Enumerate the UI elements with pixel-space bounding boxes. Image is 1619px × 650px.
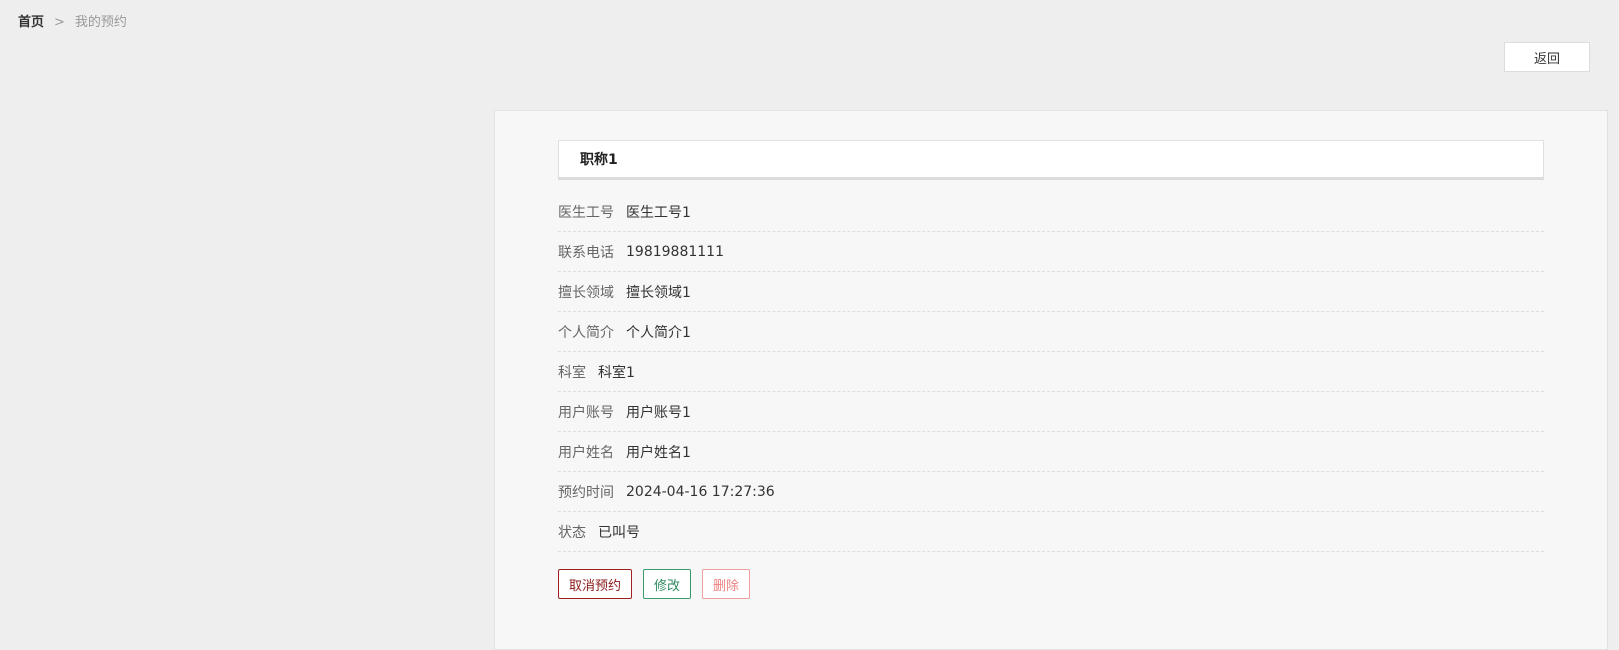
field-value: 医生工号1 xyxy=(626,204,691,221)
detail-field-list: 医生工号 医生工号1 联系电话 19819881111 擅长领域 擅长领域1 个… xyxy=(558,192,1544,552)
field-label: 用户账号 xyxy=(558,404,614,421)
field-value: 个人简介1 xyxy=(626,324,691,341)
field-value: 2024-04-16 17:27:36 xyxy=(626,483,775,500)
detail-title: 职称1 xyxy=(580,152,618,168)
field-label: 医生工号 xyxy=(558,204,614,221)
field-row-user-account: 用户账号 用户账号1 xyxy=(558,392,1544,432)
field-row-user-name: 用户姓名 用户姓名1 xyxy=(558,432,1544,472)
field-value: 用户账号1 xyxy=(626,404,691,421)
breadcrumb-separator: > xyxy=(54,15,65,30)
field-row-appointment-time: 预约时间 2024-04-16 17:27:36 xyxy=(558,472,1544,512)
breadcrumb: 首页 > 我的预约 xyxy=(18,14,127,32)
field-label: 联系电话 xyxy=(558,244,614,261)
breadcrumb-home-link[interactable]: 首页 xyxy=(18,14,44,32)
field-row-phone: 联系电话 19819881111 xyxy=(558,232,1544,272)
field-label: 预约时间 xyxy=(558,484,614,501)
edit-button[interactable]: 修改 xyxy=(643,569,692,599)
breadcrumb-current: 我的预约 xyxy=(74,15,127,30)
status-value: 已叫号 xyxy=(598,524,640,541)
field-value: 科室1 xyxy=(598,364,635,381)
field-row-bio: 个人简介 个人简介1 xyxy=(558,312,1544,352)
field-row-status: 状态 已叫号 xyxy=(558,512,1544,552)
field-value: 擅长领域1 xyxy=(626,284,691,301)
field-value: 19819881111 xyxy=(626,243,724,260)
field-row-doctor-id: 医生工号 医生工号1 xyxy=(558,192,1544,232)
cancel-appointment-button[interactable]: 取消预约 xyxy=(558,569,633,599)
field-label: 状态 xyxy=(558,524,586,541)
field-label: 用户姓名 xyxy=(558,444,614,461)
action-bar: 取消预约 修改 删除 xyxy=(558,569,751,599)
back-button[interactable]: 返回 xyxy=(1504,42,1590,72)
appointment-detail-panel: 职称1 医生工号 医生工号1 联系电话 19819881111 擅长领域 擅长领… xyxy=(494,110,1608,650)
field-row-department: 科室 科室1 xyxy=(558,352,1544,392)
field-label: 擅长领域 xyxy=(558,284,614,301)
field-row-specialty: 擅长领域 擅长领域1 xyxy=(558,272,1544,312)
delete-button[interactable]: 删除 xyxy=(702,569,751,599)
field-label: 科室 xyxy=(558,364,586,381)
field-value: 用户姓名1 xyxy=(626,444,691,461)
detail-title-box: 职称1 xyxy=(558,140,1544,180)
field-label: 个人简介 xyxy=(558,324,614,341)
